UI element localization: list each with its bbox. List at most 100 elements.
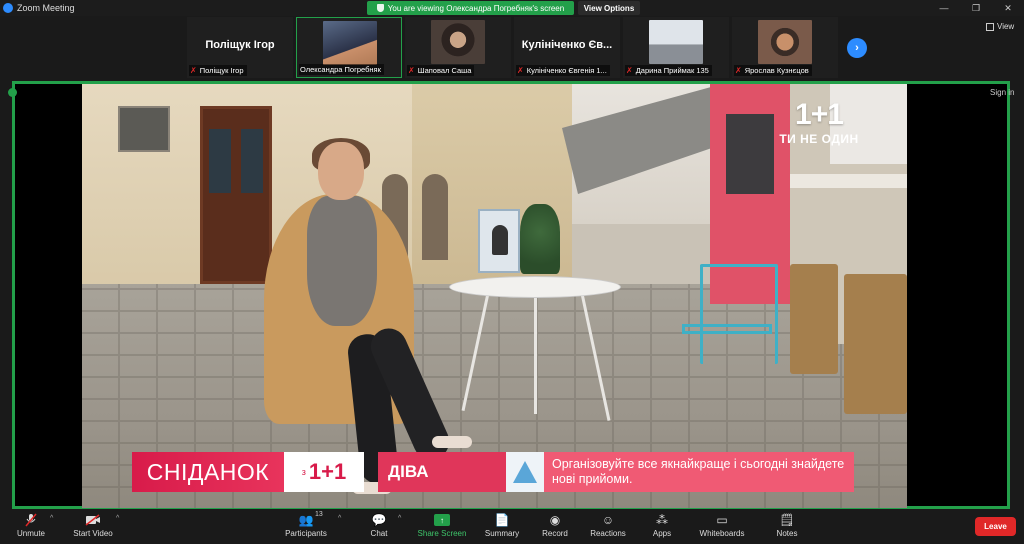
record-label: Record	[542, 529, 568, 538]
apps-icon: ⁂	[656, 513, 668, 527]
participant-video	[649, 20, 703, 64]
scene-plaque	[118, 106, 170, 152]
segment-title: ДІВА	[378, 452, 506, 492]
record-button[interactable]: ◉ Record	[538, 511, 572, 543]
triangle-icon	[513, 461, 537, 483]
scene-wooden-chair	[790, 264, 838, 374]
leave-button[interactable]: Leave	[975, 517, 1016, 536]
reactions-label: Reactions	[590, 529, 626, 538]
close-button[interactable]: ✕	[992, 0, 1024, 16]
participant-tile[interactable]: ✗ Дарина Приймак 135	[623, 17, 729, 78]
window-title: Zoom Meeting	[17, 3, 75, 13]
muted-mic-icon: ✗	[626, 66, 633, 75]
muted-mic-icon: ✗	[408, 66, 415, 75]
channel-name: 1+1	[308, 459, 347, 484]
scene-chair	[700, 264, 778, 364]
channel-tagline: ТИ НЕ ОДИН	[779, 132, 859, 146]
share-screen-button[interactable]: ↑ Share Screen	[416, 511, 468, 543]
apps-label: Apps	[652, 529, 672, 538]
participants-icon: 👥	[298, 513, 314, 527]
show-title: СНІДАНОК	[132, 452, 284, 492]
share-screen-label: Share Screen	[417, 529, 467, 538]
summary-label: Summary	[484, 529, 520, 538]
participant-label-text: Поліщук Ігор	[199, 66, 244, 75]
scene-shoe	[432, 436, 472, 448]
summary-button[interactable]: 📄 Summary	[482, 511, 522, 543]
scene-door	[200, 106, 272, 284]
next-page-button[interactable]: ›	[847, 38, 867, 58]
video-off-icon	[85, 511, 101, 529]
notes-label: Notes	[776, 529, 798, 538]
notes-button[interactable]: 🗒 Notes	[774, 511, 800, 543]
reactions-icon: ☺	[601, 513, 615, 527]
participant-tile[interactable]: Кулініченко Єв... ✗ Кулініченко Євгенія 1…	[514, 17, 620, 78]
grid-icon	[986, 22, 994, 31]
scene-chair-seat	[682, 324, 772, 334]
sign-in-link[interactable]: Sign in	[990, 88, 1014, 97]
zoom-logo-icon	[3, 3, 13, 13]
record-icon: ◉	[549, 513, 561, 527]
reactions-button[interactable]: ☺ Reactions	[588, 511, 628, 543]
chat-label: Chat	[370, 529, 388, 538]
scene-person-head	[318, 142, 364, 200]
maximize-button[interactable]: ❐	[960, 0, 992, 16]
muted-mic-icon: ✗	[735, 66, 742, 75]
chat-options-caret[interactable]: ^	[398, 515, 401, 522]
scene-person-scarf	[307, 196, 377, 326]
meeting-toolbar: Unmute ^ Start Video ^ 👥 Participants 13…	[0, 509, 1024, 544]
participant-label: Олександра Погребняк	[299, 64, 384, 75]
window-controls: — ❐ ✕	[928, 0, 1024, 16]
view-label: View	[997, 22, 1015, 31]
channel-brand: 1+1 ТИ НЕ ОДИН	[774, 98, 864, 147]
share-screen-icon-wrap: ↑	[434, 511, 450, 529]
scene-wooden-chair	[844, 274, 907, 414]
chat-button[interactable]: 💬 Chat	[364, 511, 394, 543]
participant-tile-active[interactable]: Олександра Погребняк	[296, 17, 402, 78]
scene-book-figure	[492, 225, 508, 255]
muted-mic-icon: ✗	[517, 66, 524, 75]
audio-options-caret[interactable]: ^	[50, 515, 53, 522]
view-options-button[interactable]: View Options	[578, 1, 640, 15]
participant-name-display: Поліщук Ігор	[205, 39, 275, 51]
scene-door-window	[209, 129, 231, 193]
channel-logo: 1+1	[795, 98, 844, 131]
channel-badge: з 1+1	[284, 452, 364, 492]
scene-glass	[726, 114, 774, 194]
whiteboard-icon: ▭	[716, 513, 728, 527]
whiteboards-label: Whiteboards	[699, 529, 745, 538]
scene-table	[449, 276, 621, 298]
shield-status-icon	[8, 88, 17, 97]
summary-icon: 📄	[494, 513, 510, 527]
muted-mic-icon: ✗	[190, 66, 197, 75]
muted-mic-icon	[25, 511, 37, 529]
scene-door-window	[241, 129, 263, 193]
participants-count: 13	[315, 511, 323, 518]
start-video-label: Start Video	[73, 529, 113, 538]
unmute-button[interactable]: Unmute	[14, 511, 48, 543]
participant-label-text: Дарина Приймак 135	[635, 66, 709, 75]
scene-arch	[422, 174, 448, 260]
participant-strip: Поліщук Ігор ✗ Поліщук Ігор Олександра По…	[0, 16, 1024, 80]
participant-tile[interactable]: Поліщук Ігор ✗ Поліщук Ігор	[187, 17, 293, 78]
participant-video	[323, 21, 377, 65]
scene-ledge	[790, 174, 907, 188]
whiteboards-button[interactable]: ▭ Whiteboards	[696, 511, 748, 543]
participant-video	[431, 20, 485, 64]
participant-label-text: Ярослав Кузнєцов	[744, 66, 809, 75]
apps-button[interactable]: ⁂ Apps	[648, 511, 676, 543]
participant-tile[interactable]: ✗ Шаповал Саша	[405, 17, 511, 78]
minimize-button[interactable]: —	[928, 0, 960, 16]
video-options-caret[interactable]: ^	[116, 515, 119, 522]
participant-label-text: Кулініченко Євгенія 1...	[526, 66, 607, 75]
notes-icon: 🗒	[779, 513, 795, 527]
participants-label: Participants	[285, 529, 327, 538]
lower-third: СНІДАНОК з 1+1 ДІВА Організовуйте все як…	[132, 452, 854, 492]
participants-options-caret[interactable]: ^	[338, 515, 341, 522]
scene-table-leg	[534, 294, 537, 414]
shared-video: 1+1 ТИ НЕ ОДИН СНІДАНОК з 1+1 ДІВА Орган…	[82, 84, 907, 508]
start-video-button[interactable]: Start Video	[70, 511, 116, 543]
participant-tile[interactable]: ✗ Ярослав Кузнєцов	[732, 17, 838, 78]
view-button[interactable]: View	[986, 22, 1014, 31]
screen-share-banner: You are viewing Олександра Погребняк's s…	[367, 1, 574, 15]
channel-prefix: з	[301, 467, 306, 477]
